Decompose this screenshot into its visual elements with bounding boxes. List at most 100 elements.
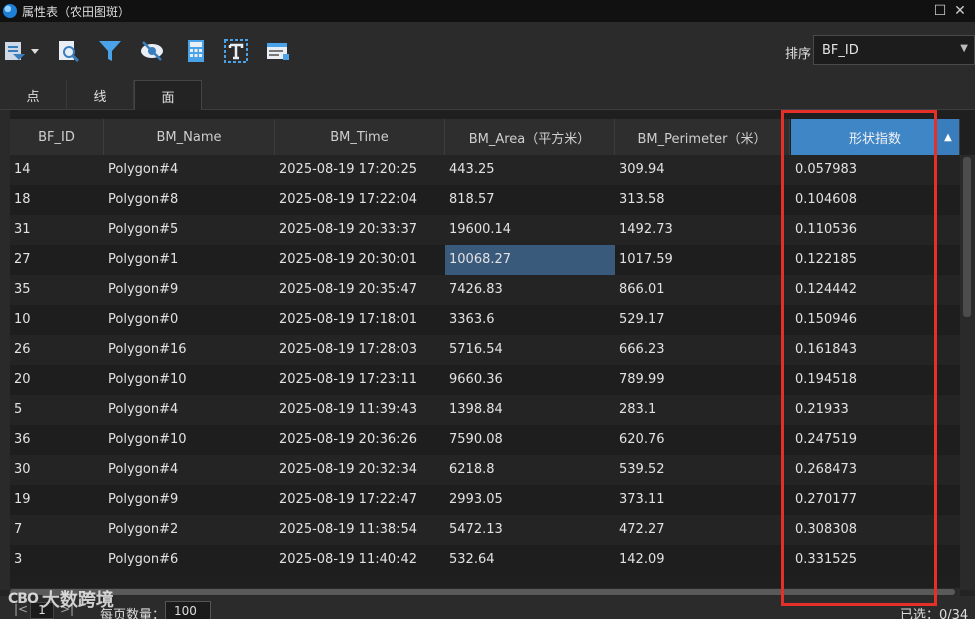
cell-bf-id[interactable]: 7 [10, 515, 104, 545]
cell-bf-id[interactable]: 30 [10, 455, 104, 485]
cell-bm-area[interactable]: 1398.84 [445, 395, 615, 425]
table-row[interactable]: 36 Polygon#10 2025-08-19 20:36:26 7590.08 62… [10, 425, 960, 455]
vertical-scrollbar-thumb[interactable] [963, 157, 971, 317]
zoom-to-button[interactable] [55, 38, 81, 64]
table-edit-button[interactable] [265, 38, 291, 64]
cell-bm-time[interactable]: 2025-08-19 17:22:04 [275, 185, 445, 215]
cell-bm-time[interactable]: 2025-08-19 17:20:25 [275, 155, 445, 185]
table-row[interactable]: 19 Polygon#9 2025-08-19 17:22:47 2993.05 373… [10, 485, 960, 515]
cell-bm-area[interactable]: 9660.36 [445, 365, 615, 395]
cell-bf-id[interactable]: 19 [10, 485, 104, 515]
table-row[interactable]: 14 Polygon#4 2025-08-19 17:20:25 443.25 309.… [10, 155, 960, 185]
cell-bm-name[interactable]: Polygon#6 [104, 545, 275, 575]
cell-bm-perimeter[interactable]: 313.58 [615, 185, 791, 215]
cell-bm-time[interactable]: 2025-08-19 17:18:01 [275, 305, 445, 335]
cell-bm-name[interactable]: Polygon#2 [104, 515, 275, 545]
per-page-input[interactable]: 100 [165, 601, 211, 619]
cell-bm-time[interactable]: 2025-08-19 20:33:37 [275, 215, 445, 245]
table-row[interactable]: 20 Polygon#10 2025-08-19 17:23:11 9660.36 78… [10, 365, 960, 395]
cell-bm-time[interactable]: 2025-08-19 11:38:54 [275, 515, 445, 545]
cell-shape-index[interactable]: 0.194518 [791, 365, 960, 395]
cell-bm-name[interactable]: Polygon#4 [104, 395, 275, 425]
cell-bm-time[interactable]: 2025-08-19 20:30:01 [275, 245, 445, 275]
cell-bm-name[interactable]: Polygon#10 [104, 365, 275, 395]
column-header-bm-area[interactable]: BM_Area（平方米） [445, 119, 615, 155]
field-text-button[interactable] [223, 38, 249, 64]
column-header-bm-name[interactable]: BM_Name [104, 119, 275, 155]
cell-bm-perimeter[interactable]: 529.17 [615, 305, 791, 335]
cell-shape-index[interactable]: 0.161843 [791, 335, 960, 365]
cell-bm-area[interactable]: 6218.8 [445, 455, 615, 485]
cell-bm-perimeter[interactable]: 666.23 [615, 335, 791, 365]
cell-bm-time[interactable]: 2025-08-19 17:23:11 [275, 365, 445, 395]
table-row[interactable]: 26 Polygon#16 2025-08-19 17:28:03 5716.54 66… [10, 335, 960, 365]
cell-shape-index[interactable]: 0.057983 [791, 155, 960, 185]
cell-bm-name[interactable]: Polygon#10 [104, 425, 275, 455]
sort-field-select[interactable]: BF_ID ▼ [813, 35, 975, 65]
cell-bf-id[interactable]: 10 [10, 305, 104, 335]
cell-bf-id[interactable]: 36 [10, 425, 104, 455]
cell-bm-perimeter[interactable]: 373.11 [615, 485, 791, 515]
cell-bm-area[interactable]: 2993.05 [445, 485, 615, 515]
cell-bf-id[interactable]: 18 [10, 185, 104, 215]
cell-shape-index[interactable]: 0.268473 [791, 455, 960, 485]
table-row[interactable]: 30 Polygon#4 2025-08-19 20:32:34 6218.8 539.… [10, 455, 960, 485]
cell-bf-id[interactable]: 35 [10, 275, 104, 305]
cell-shape-index[interactable]: 0.308308 [791, 515, 960, 545]
cell-shape-index[interactable]: 0.247519 [791, 425, 960, 455]
table-row[interactable]: 18 Polygon#8 2025-08-19 17:22:04 818.57 313.… [10, 185, 960, 215]
cell-bm-area[interactable]: 7590.08 [445, 425, 615, 455]
column-header-bm-time[interactable]: BM_Time [275, 119, 445, 155]
cell-bm-time[interactable]: 2025-08-19 17:28:03 [275, 335, 445, 365]
table-row[interactable]: 31 Polygon#5 2025-08-19 20:33:37 19600.14 14… [10, 215, 960, 245]
export-button[interactable] [3, 38, 43, 64]
tab-point[interactable]: 点 [0, 80, 67, 110]
filter-button[interactable] [97, 38, 123, 64]
column-header-bf-id[interactable]: BF_ID [10, 119, 104, 155]
cell-bm-perimeter[interactable]: 789.99 [615, 365, 791, 395]
cell-bm-perimeter[interactable]: 142.09 [615, 545, 791, 575]
cell-bm-time[interactable]: 2025-08-19 20:36:26 [275, 425, 445, 455]
hide-button[interactable] [139, 38, 165, 64]
cell-bm-name[interactable]: Polygon#1 [104, 245, 275, 275]
cell-bm-area[interactable]: 7426.83 [445, 275, 615, 305]
cell-bm-name[interactable]: Polygon#9 [104, 275, 275, 305]
cell-bm-name[interactable]: Polygon#9 [104, 485, 275, 515]
cell-bm-area[interactable]: 19600.14 [445, 215, 615, 245]
column-header-shape-index[interactable]: 形状指数 ▲ [791, 119, 960, 155]
table-row[interactable]: 27 Polygon#1 2025-08-19 20:30:01 10068.27 10… [10, 245, 960, 275]
cell-bm-name[interactable]: Polygon#8 [104, 185, 275, 215]
cell-bm-area[interactable]: 443.25 [445, 155, 615, 185]
cell-bm-name[interactable]: Polygon#0 [104, 305, 275, 335]
cell-bm-time[interactable]: 2025-08-19 20:32:34 [275, 455, 445, 485]
cell-bm-area[interactable]: 818.57 [445, 185, 615, 215]
cell-bm-area[interactable]: 5472.13 [445, 515, 615, 545]
cell-shape-index[interactable]: 0.110536 [791, 215, 960, 245]
cell-bf-id[interactable]: 20 [10, 365, 104, 395]
calculator-button[interactable] [183, 38, 209, 64]
cell-bm-perimeter[interactable]: 1492.73 [615, 215, 791, 245]
cell-bf-id[interactable]: 5 [10, 395, 104, 425]
cell-bm-perimeter[interactable]: 283.1 [615, 395, 791, 425]
cell-bm-perimeter[interactable]: 472.27 [615, 515, 791, 545]
cell-shape-index[interactable]: 0.104608 [791, 185, 960, 215]
horizontal-scrollbar[interactable] [10, 588, 960, 596]
cell-bm-time[interactable]: 2025-08-19 11:40:42 [275, 545, 445, 575]
cell-bm-name[interactable]: Polygon#16 [104, 335, 275, 365]
table-row[interactable]: 35 Polygon#9 2025-08-19 20:35:47 7426.83 866… [10, 275, 960, 305]
cell-bf-id[interactable]: 26 [10, 335, 104, 365]
cell-bf-id[interactable]: 14 [10, 155, 104, 185]
cell-shape-index[interactable]: 0.331525 [791, 545, 960, 575]
cell-bm-perimeter[interactable]: 620.76 [615, 425, 791, 455]
cell-bm-name[interactable]: Polygon#5 [104, 215, 275, 245]
tab-line[interactable]: 线 [67, 80, 134, 110]
horizontal-scrollbar-thumb[interactable] [10, 589, 955, 595]
table-row[interactable]: 5 Polygon#4 2025-08-19 11:39:43 1398.84 283.… [10, 395, 960, 425]
close-button[interactable]: ✕ [945, 0, 975, 22]
cell-bm-area[interactable]: 3363.6 [445, 305, 615, 335]
tab-polygon[interactable]: 面 [134, 80, 202, 111]
table-row[interactable]: 3 Polygon#6 2025-08-19 11:40:42 532.64 142.0… [10, 545, 960, 575]
cell-bm-time[interactable]: 2025-08-19 17:22:47 [275, 485, 445, 515]
cell-bf-id[interactable]: 3 [10, 545, 104, 575]
cell-bm-perimeter[interactable]: 1017.59 [615, 245, 791, 275]
